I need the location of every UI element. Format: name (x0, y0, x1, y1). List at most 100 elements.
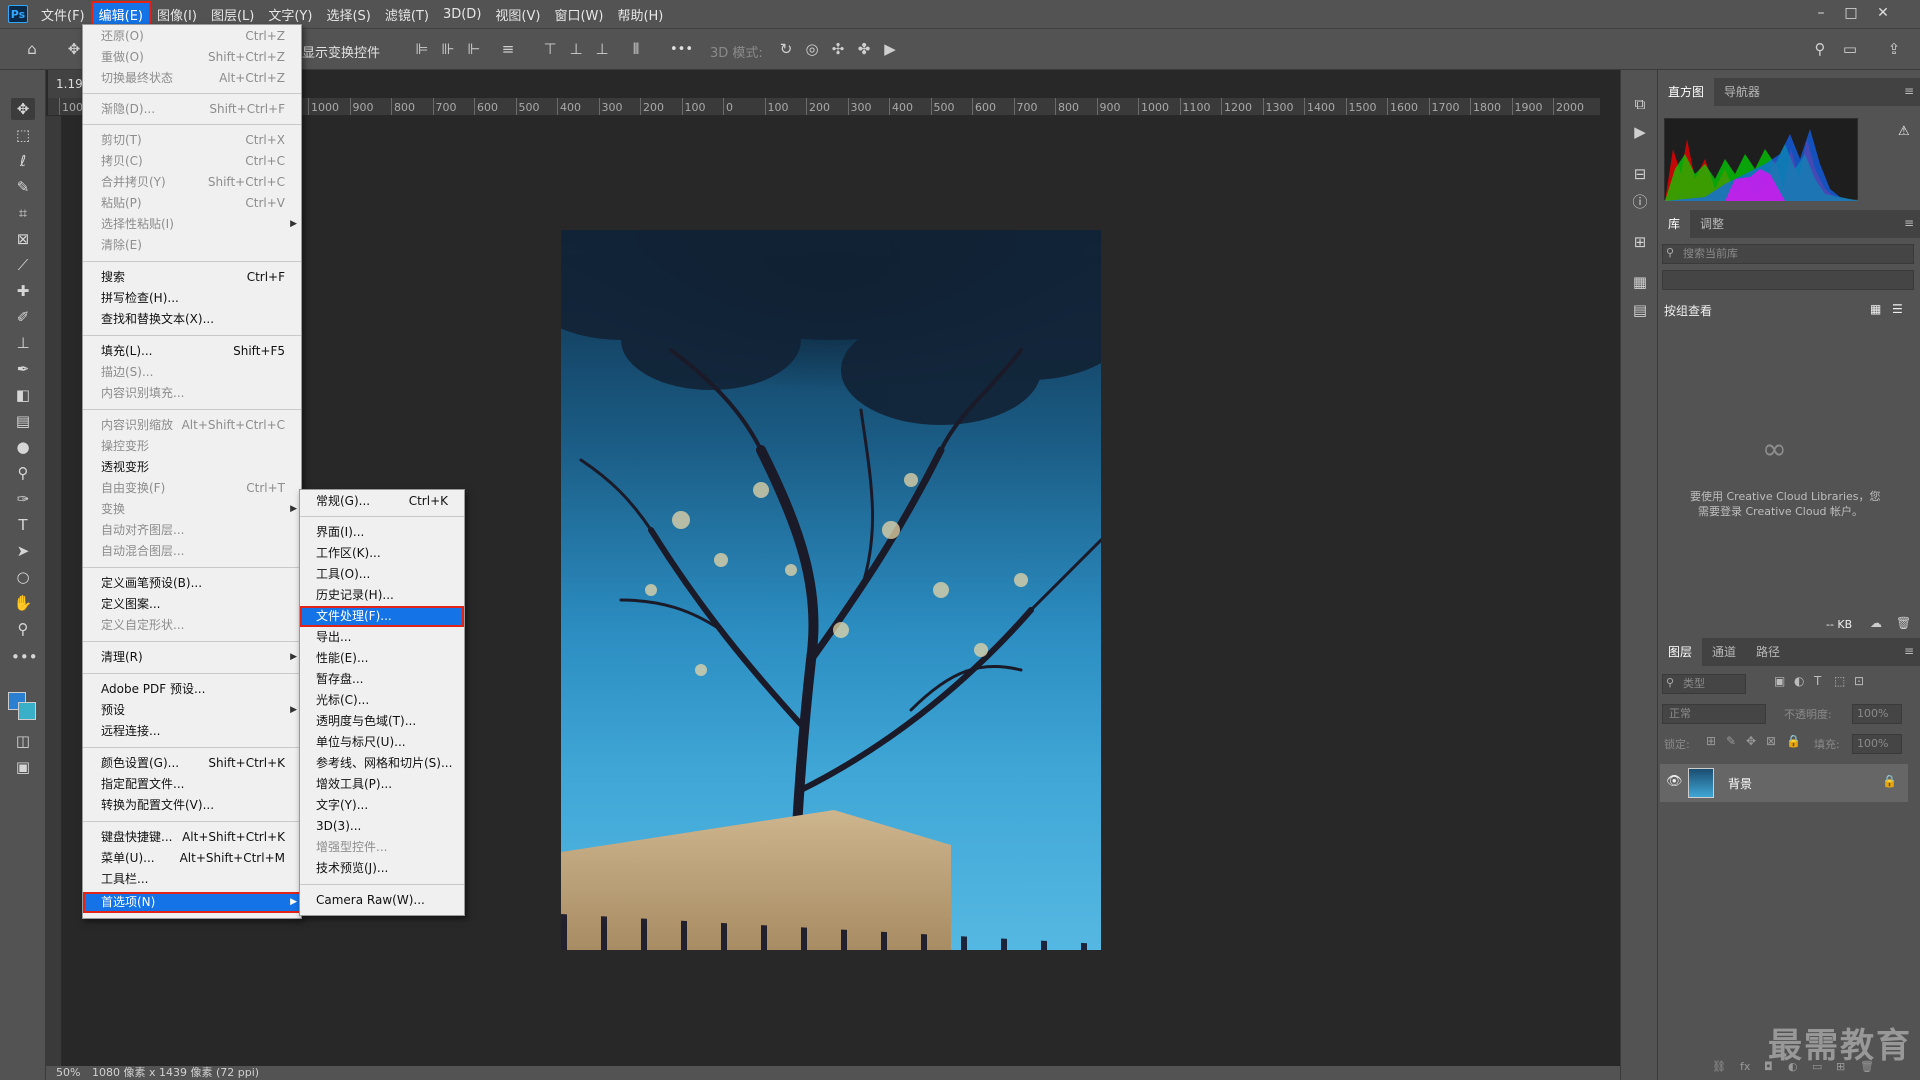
library-dropdown[interactable] (1662, 270, 1914, 290)
submenu-item-guides-grid-slices[interactable]: 参考线、网格和切片(S)... (300, 753, 464, 774)
pen-tool-icon[interactable]: ✑ (11, 488, 35, 510)
menu-layer[interactable]: 图层(L) (204, 2, 261, 27)
frame-tool-icon[interactable]: ⊠ (11, 228, 35, 250)
menu-item-auto-align-layers[interactable]: 自动对齐图层... (83, 520, 301, 541)
lock-artboard-icon[interactable]: ⊠ (1766, 734, 1776, 748)
menu-item-check-spelling[interactable]: 拼写检查(H)... (83, 288, 301, 309)
cloud-sync-icon[interactable]: ☁ (1870, 616, 1882, 630)
eyedropper-tool-icon[interactable]: ⟋ (11, 254, 35, 276)
search-icon[interactable]: ⚲ (1810, 39, 1830, 59)
submenu-item-cursors[interactable]: 光标(C)... (300, 690, 464, 711)
show-transform-controls[interactable]: 显示变换控件 (302, 42, 380, 61)
library-search-input[interactable]: 搜索当前库 (1662, 244, 1914, 264)
menu-item-convert-profile[interactable]: 转换为配置文件(V)... (83, 795, 301, 816)
menu-type[interactable]: 文字(Y) (261, 2, 319, 27)
grid-view-icon[interactable]: ▦ (1870, 302, 1881, 316)
align-right-icon[interactable]: ⊩ (464, 39, 484, 59)
submenu-item-units-rulers[interactable]: 单位与标尺(U)... (300, 732, 464, 753)
align-bottom-icon[interactable]: ⊥ (592, 39, 612, 59)
menu-file[interactable]: 文件(F) (34, 2, 92, 27)
close-icon[interactable]: ✕ (1870, 2, 1896, 24)
distribute-icon[interactable]: ≡ (498, 39, 518, 59)
align-left-icon[interactable]: ⊫ (412, 39, 432, 59)
blend-mode-select[interactable]: 正常 (1662, 704, 1766, 724)
menu-3d[interactable]: 3D(D) (436, 4, 488, 25)
hand-tool-icon[interactable]: ✋ (11, 592, 35, 614)
align-center-icon[interactable]: ⊪ (438, 39, 458, 59)
share-icon[interactable]: ⇪ (1884, 39, 1904, 59)
submenu-item-enhanced-controls[interactable]: 增强型控件... (300, 837, 464, 858)
properties-icon[interactable]: ⊟ (1630, 164, 1650, 184)
list-view-icon[interactable]: ☰ (1892, 302, 1903, 316)
workspace-icon[interactable]: ▭ (1840, 39, 1860, 59)
menu-item-define-pattern[interactable]: 定义图案... (83, 594, 301, 615)
submenu-item-tools[interactable]: 工具(O)... (300, 564, 464, 585)
filter-adjustment-icon[interactable]: ◐ (1794, 674, 1804, 688)
filter-pixel-icon[interactable]: ▣ (1774, 674, 1785, 688)
move-tool-icon[interactable]: ✥ (64, 39, 84, 59)
distribute-vertical-icon[interactable]: ⦀ (626, 39, 646, 59)
more-tools-icon[interactable]: ••• (11, 646, 38, 668)
menu-item-fade[interactable]: 渐隐(D)... Shift+Ctrl+F (83, 99, 301, 120)
3d-pan-icon[interactable]: ✣ (828, 39, 848, 59)
menu-window[interactable]: 窗口(W) (547, 2, 610, 27)
submenu-item-plugins[interactable]: 增效工具(P)... (300, 774, 464, 795)
panel-menu-icon[interactable]: ≡ (1904, 216, 1914, 230)
menu-item-perspective-warp[interactable]: 透视变形 (83, 457, 301, 478)
zoom-level[interactable]: 50% (56, 1066, 80, 1080)
menu-item-free-transform[interactable]: 自由变换(F) Ctrl+T (83, 478, 301, 499)
menu-item-search[interactable]: 搜索 Ctrl+F (83, 267, 301, 288)
menu-view[interactable]: 视图(V) (488, 2, 547, 27)
history-icon[interactable]: ⧉ (1630, 94, 1650, 114)
menu-item-color-settings[interactable]: 颜色设置(G)... Shift+Ctrl+K (83, 753, 301, 774)
align-top-icon[interactable]: ⊤ (540, 39, 560, 59)
menu-item-purge[interactable]: 清理(R) ▶ (83, 647, 301, 668)
lock-transparent-icon[interactable]: ⊞ (1706, 734, 1716, 748)
stamp-tool-icon[interactable]: ⊥ (11, 332, 35, 354)
submenu-item-3d[interactable]: 3D(3)... (300, 816, 464, 837)
menu-item-transform[interactable]: 变换 ▶ (83, 499, 301, 520)
crop-tool-icon[interactable]: ⌗ (11, 202, 35, 224)
screen-mode-icon[interactable]: ▣ (11, 756, 35, 778)
submenu-item-history[interactable]: 历史记录(H)... (300, 585, 464, 606)
quick-select-tool-icon[interactable]: ✎ (11, 176, 35, 198)
opacity-input[interactable]: 100% (1852, 704, 1902, 724)
menu-item-toggle-last-state[interactable]: 切换最终状态 Alt+Ctrl+Z (83, 68, 301, 89)
menu-item-remote-connections[interactable]: 远程连接... (83, 721, 301, 742)
menu-filter[interactable]: 滤镜(T) (378, 2, 436, 27)
eraser-tool-icon[interactable]: ◧ (11, 384, 35, 406)
submenu-item-interface[interactable]: 界面(I)... (300, 522, 464, 543)
menu-item-auto-blend-layers[interactable]: 自动混合图层... (83, 541, 301, 562)
submenu-item-camera-raw[interactable]: Camera Raw(W)... (300, 890, 464, 911)
submenu-item-general[interactable]: 常规(G)... Ctrl+K (300, 491, 464, 512)
submenu-item-workspace[interactable]: 工作区(K)... (300, 543, 464, 564)
move-tool-icon[interactable]: ✥ (11, 98, 35, 120)
marquee-tool-icon[interactable]: ⬚ (11, 124, 35, 146)
brush-settings-icon[interactable]: ⊞ (1630, 232, 1650, 252)
filter-shape-icon[interactable]: ⬚ (1834, 674, 1845, 688)
type-tool-icon[interactable]: T (11, 514, 35, 536)
tab-navigator[interactable]: 导航器 (1714, 78, 1770, 106)
more-options-icon[interactable]: ••• (670, 42, 693, 57)
menu-item-copy[interactable]: 拷贝(C) Ctrl+C (83, 151, 301, 172)
brush-tool-icon[interactable]: ✐ (11, 306, 35, 328)
submenu-item-scratch-disks[interactable]: 暂存盘... (300, 669, 464, 690)
submenu-item-file-handling[interactable]: 文件处理(F)... (300, 606, 464, 627)
dodge-tool-icon[interactable]: ⚲ (11, 462, 35, 484)
panel-menu-icon[interactable]: ≡ (1904, 84, 1914, 98)
document-info[interactable]: 1080 像素 x 1439 像素 (72 ppi) (92, 1066, 259, 1080)
tab-libraries[interactable]: 库 (1658, 210, 1691, 238)
notes-icon[interactable]: ▤ (1630, 300, 1650, 320)
menu-item-menus[interactable]: 菜单(U)... Alt+Shift+Ctrl+M (83, 848, 301, 869)
3d-roll-icon[interactable]: ◎ (802, 39, 822, 59)
menu-select[interactable]: 选择(S) (319, 2, 377, 27)
layer-style-icon[interactable]: fx (1740, 1060, 1750, 1073)
tab-layers[interactable]: 图层 (1658, 638, 1703, 666)
menu-item-define-brush[interactable]: 定义画笔预设(B)... (83, 573, 301, 594)
tab-histogram[interactable]: 直方图 (1658, 78, 1715, 106)
tab-paths[interactable]: 路径 (1746, 638, 1790, 666)
menu-item-content-aware-fill[interactable]: 内容识别填充... (83, 383, 301, 404)
menu-item-paste-special[interactable]: 选择性粘贴(I) ▶ (83, 214, 301, 235)
zoom-tool-icon[interactable]: ⚲ (11, 618, 35, 640)
fill-input[interactable]: 100% (1852, 734, 1902, 754)
